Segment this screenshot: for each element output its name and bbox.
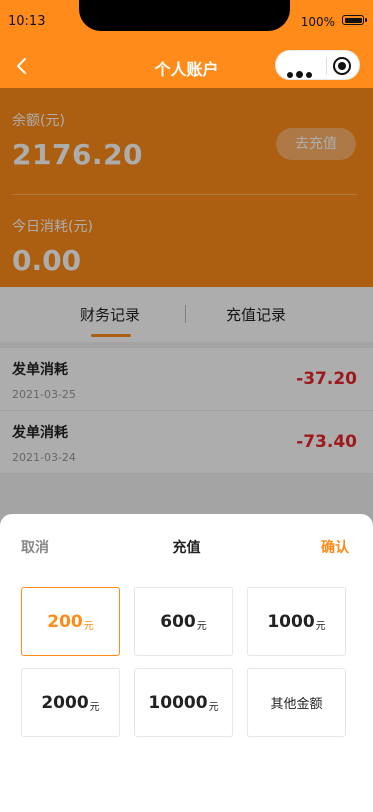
amount-value: 200 <box>47 611 83 632</box>
amount-option-600[interactable]: 600 元 <box>134 587 233 656</box>
amount-unit: 元 <box>83 620 94 632</box>
battery-icon <box>342 15 367 25</box>
other-amount-label: 其他金额 <box>270 697 323 712</box>
amount-option-2000[interactable]: 2000 元 <box>21 668 120 737</box>
recharge-sheet: 取消 充值 确认 200 元 600 元 1000 元 2000 元 10000 元 其他… <box>0 514 373 812</box>
status-bar: 10:13 100% <box>0 0 373 44</box>
more-icon[interactable] <box>287 64 315 83</box>
battery-percent: 100% <box>300 15 335 29</box>
amount-value: 600 <box>160 611 196 632</box>
amount-option-other[interactable]: 其他金额 <box>247 668 346 737</box>
amount-option-10000[interactable]: 10000 元 <box>134 668 233 737</box>
amount-value: 2000 <box>41 692 89 713</box>
nav-bar: 个人账户 <box>0 44 373 88</box>
amount-unit: 元 <box>89 701 100 713</box>
amount-unit: 元 <box>315 620 326 632</box>
sheet-title: 充值 <box>172 540 201 556</box>
mini-program-capsule <box>275 50 360 80</box>
device-notch <box>79 0 290 31</box>
amount-value: 10000 <box>148 692 208 713</box>
capsule-divider <box>326 58 327 74</box>
amount-option-200[interactable]: 200 元 <box>21 587 120 656</box>
confirm-button[interactable]: 确认 <box>321 537 349 557</box>
amount-unit: 元 <box>208 701 219 713</box>
amount-option-1000[interactable]: 1000 元 <box>247 587 346 656</box>
amount-unit: 元 <box>196 620 207 632</box>
amount-value: 1000 <box>267 611 315 632</box>
status-time: 10:13 <box>8 14 46 29</box>
close-icon[interactable] <box>333 57 351 75</box>
